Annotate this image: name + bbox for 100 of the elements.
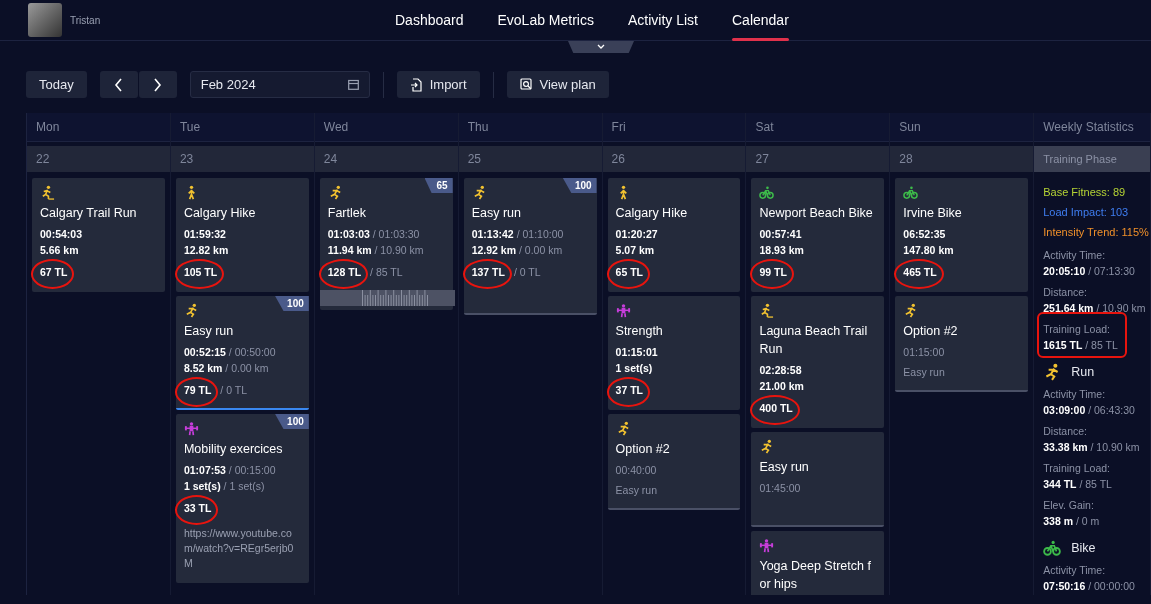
- sport-heading: Run: [1071, 365, 1095, 379]
- activity-card[interactable]: 100 Easy run 00:52:15 / 00:50:00 8.52 km / 0.00 km 79 TL / 0 TL: [175, 296, 309, 410]
- workout-stat: 02:28:58: [759, 363, 803, 378]
- stat-value: 1615 TL / 85 TL: [1043, 338, 1119, 353]
- planned-duration: 00:40:00: [615, 463, 658, 478]
- planned-duration: 01:15:00: [903, 345, 946, 360]
- calendar-icon: [347, 79, 359, 90]
- weekday-header: Thu: [458, 113, 602, 142]
- activity-card[interactable]: Newport Beach Bike 00:57:41 18.93 km 99 TL: [751, 178, 885, 292]
- stat-value: 07:50:16 / 00:00:00: [1043, 579, 1136, 594]
- date-header: 28: [890, 146, 1034, 172]
- workout-stat: 8.52 km / 0.00 km: [183, 361, 270, 376]
- weekly-statistics-header: Weekly Statistics: [1034, 113, 1150, 142]
- score-badge: 100: [275, 296, 309, 311]
- workout-stat: 00:57:41: [759, 227, 803, 242]
- bicycle-icon: [903, 185, 919, 200]
- workout-stat: 147.80 km: [903, 243, 955, 258]
- activity-card[interactable]: 65 Fartlek 01:03:03 / 01:03:30 11.94 km / 10.90 km 128 TL / 85 TL: [319, 178, 453, 310]
- workout-stat: 00:54:03: [40, 227, 84, 242]
- date-header: 24: [314, 146, 458, 172]
- workout-title: Fartlek: [327, 205, 367, 222]
- document-search-icon: [519, 78, 533, 91]
- activity-card[interactable]: Calgary Trail Run 00:54:03 5.66 km 67 TL: [32, 178, 165, 292]
- workout-stat: 01:20:27: [615, 227, 659, 242]
- stat-label: Training Load:: [1043, 461, 1111, 476]
- date-header: 23: [170, 146, 314, 172]
- stat-label: Training Load:: [1043, 322, 1111, 337]
- weekday-header: Sat: [746, 113, 890, 142]
- training-load: 65 TL: [615, 266, 643, 278]
- runner-icon: [327, 185, 343, 200]
- stat-value: 251.64 km / 10.90 km: [1043, 301, 1147, 316]
- activity-card[interactable]: 100 Easy run 01:13:42 / 01:10:00 12.92 km / 0.00 km 137 TL / 0 TL: [463, 178, 597, 315]
- import-button[interactable]: Import: [396, 71, 480, 98]
- stat-label: Activity Time:: [1043, 387, 1107, 402]
- activity-card[interactable]: Laguna Beach Trail Run 02:28:58 21.00 km 400 TL: [751, 296, 885, 428]
- trail-runner-icon: [40, 185, 55, 200]
- workout-stat: 1 set(s) / 1 set(s): [183, 479, 266, 494]
- training-load: 33 TL: [183, 502, 212, 514]
- bicycle-icon: [1043, 539, 1062, 557]
- workout-note: Easy run: [615, 483, 658, 498]
- workout-stat: 21.00 km: [759, 379, 805, 394]
- training-phase-header: Training Phase: [1034, 146, 1150, 172]
- date-header: 22: [27, 146, 170, 172]
- nav-tab[interactable]: EvoLab Metrics: [480, 0, 611, 40]
- activity-card[interactable]: Calgary Hike 01:59:32 12.82 km 105 TL: [175, 178, 309, 292]
- activity-card[interactable]: Yoga Deep Stretch for hips: [751, 531, 885, 595]
- workout-stat: 12.92 km / 0.00 km: [471, 243, 564, 258]
- workout-title: Easy run: [471, 205, 522, 222]
- trail-runner-icon: [759, 303, 775, 318]
- next-button[interactable]: [138, 71, 177, 98]
- workout-stat: 00:52:15 / 00:50:00: [183, 345, 277, 360]
- stat-label: Activity Time:: [1043, 248, 1107, 263]
- date-header: 26: [602, 146, 746, 172]
- training-load: 400 TL: [759, 402, 793, 414]
- chevron-right-icon: [153, 77, 163, 92]
- workout-note: https://www.youtube.com/watch?v=REgr5erjb0M: [183, 526, 295, 571]
- workout-title: Option #2: [903, 323, 959, 340]
- activity-card[interactable]: 100 Mobility exercices 01:07:53 / 00:15:00 1 set(s) / 1 set(s) 33 TL https://www.youtube.com/watch?v=REgr5erjb0M: [175, 414, 309, 583]
- today-button[interactable]: Today: [26, 71, 87, 98]
- planned-workout-card[interactable]: Easy run 01:45:00: [751, 432, 885, 527]
- nav-tab[interactable]: Activity List: [611, 0, 715, 40]
- workout-title: Laguna Beach Trail Run: [759, 323, 869, 358]
- workout-stat: 1 set(s): [615, 361, 654, 376]
- workout-stat: 01:07:53 / 00:15:00: [183, 463, 277, 478]
- nav-tab[interactable]: Calendar: [715, 0, 806, 40]
- chevron-left-icon: [114, 77, 124, 92]
- weekday-header: Sun: [890, 113, 1034, 142]
- file-import-icon: [409, 77, 423, 92]
- training-load: 105 TL: [183, 266, 218, 278]
- workout-stat: 01:13:42 / 01:10:00: [471, 227, 565, 242]
- workout-title: Calgary Hike: [615, 205, 689, 222]
- nav-tab[interactable]: Dashboard: [378, 0, 481, 40]
- training-load: 128 TL: [327, 266, 362, 278]
- activity-card[interactable]: Calgary Hike 01:20:27 5.07 km 65 TL: [607, 178, 741, 292]
- activity-card[interactable]: Irvine Bike 06:52:35 147.80 km 465 TL: [895, 178, 1029, 292]
- weekday-header: Fri: [602, 113, 746, 142]
- activity-card[interactable]: Strength 01:15:01 1 set(s) 37 TL: [607, 296, 741, 410]
- training-load-target: / 0 TL: [220, 384, 247, 396]
- stat-label: Activity Time:: [1043, 563, 1107, 578]
- training-load-target: / 0 TL: [513, 266, 541, 278]
- month-picker-field[interactable]: Feb 2024: [189, 71, 370, 98]
- weightlifter-icon: [615, 303, 631, 318]
- sport-heading: Bike: [1071, 541, 1096, 555]
- weekday-header: Tue: [170, 113, 314, 142]
- weekday-header: Wed: [314, 113, 458, 142]
- previous-button[interactable]: [99, 71, 138, 98]
- planned-workout-card[interactable]: Option #2 00:40:00 Easy run: [607, 414, 741, 510]
- stat-label: Distance:: [1043, 285, 1088, 300]
- planned-workout-card[interactable]: Option #2 01:15:00 Easy run: [895, 296, 1029, 392]
- view-plan-button[interactable]: View plan: [506, 71, 609, 98]
- training-load-target: / 85 TL: [370, 266, 403, 278]
- workout-title: Easy run: [759, 459, 810, 476]
- weekday-header: Mon: [27, 113, 170, 142]
- workout-title: Newport Beach Bike: [759, 205, 874, 222]
- score-badge: 65: [424, 178, 453, 193]
- workout-title: Easy run: [183, 323, 235, 340]
- avatar-photo-placeholder[interactable]: [28, 3, 62, 37]
- collapse-tab[interactable]: [568, 41, 634, 53]
- stat-value: 344 TL / 85 TL: [1043, 477, 1113, 492]
- workout-stat: 5.66 km: [40, 243, 80, 258]
